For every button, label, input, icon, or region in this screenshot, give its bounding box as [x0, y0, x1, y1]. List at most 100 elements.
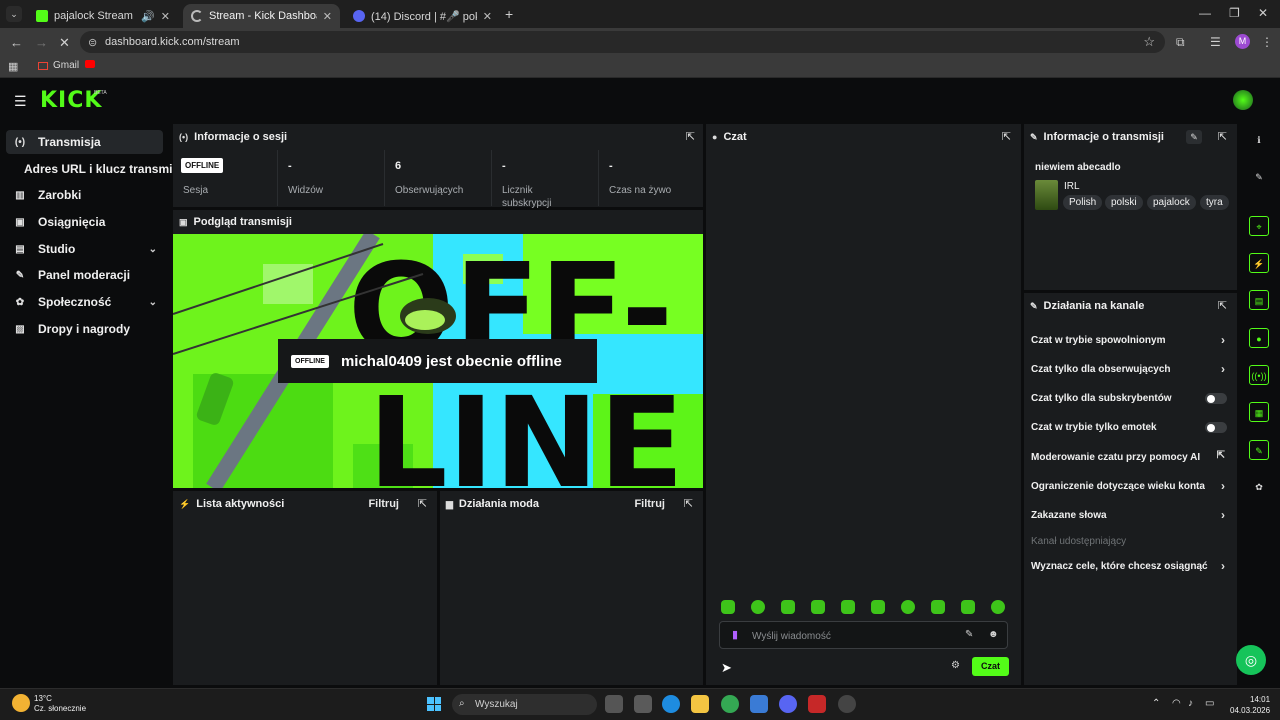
wrench-icon[interactable]: ✎	[1249, 440, 1269, 460]
browser-tab-dashboard[interactable]: Stream - Kick Dashboard ✕	[183, 4, 340, 28]
pencil-icon[interactable]: ✎	[1249, 167, 1269, 187]
stack-icon[interactable]: ▦	[1249, 402, 1269, 422]
url-text[interactable]: dashboard.kick.com/stream	[105, 36, 240, 48]
battery-icon[interactable]: ▭	[1205, 698, 1214, 709]
action-ai-moderation[interactable]: Moderowanie czatu przy pomocy AI ⇱	[1031, 450, 1227, 466]
reading-list-icon[interactable]: ☰	[1210, 35, 1221, 49]
filter-button[interactable]: Filtruj	[634, 498, 665, 510]
emoji-icon[interactable]: ☻	[988, 629, 999, 640]
sidebar-item-spolecznosc[interactable]: ✿ Społeczność ⌄	[6, 290, 163, 314]
close-window-icon[interactable]: ✕	[1258, 6, 1268, 20]
close-tab-icon[interactable]: ✕	[483, 10, 492, 23]
filter-button[interactable]: Filtruj	[368, 498, 399, 510]
address-bar[interactable]: ⊜ dashboard.kick.com/stream ☆	[80, 31, 1165, 53]
subscribers-only-toggle[interactable]	[1205, 393, 1227, 404]
translate-icon[interactable]: ✎	[965, 629, 973, 640]
emotes-only-toggle[interactable]	[1205, 422, 1227, 433]
popout-icon[interactable]: ⇱	[686, 130, 695, 143]
target-icon[interactable]: ⌖	[1249, 216, 1269, 236]
chrome-icon[interactable]	[721, 695, 739, 713]
chevron-right-icon: ›	[1221, 479, 1225, 493]
chat-icon[interactable]: ●	[1249, 328, 1269, 348]
emote-icon[interactable]	[901, 600, 915, 614]
info-icon[interactable]: ℹ	[1249, 130, 1269, 150]
emote-icon[interactable]	[961, 600, 975, 614]
weather-icon[interactable]	[12, 694, 30, 712]
tab-search-button[interactable]: ⌄	[6, 6, 22, 22]
extensions-icon[interactable]: ⧉	[1176, 35, 1185, 50]
popout-icon[interactable]: ⇱	[418, 497, 427, 510]
action-banned-words[interactable]: Zakazane słowa ›	[1031, 508, 1227, 524]
sidebar-item-dropy[interactable]: ▨ Dropy i nagrody	[6, 317, 163, 341]
hamburger-menu-icon[interactable]: ☰	[14, 93, 27, 110]
chat-message-input[interactable]	[752, 626, 952, 646]
bookmark-youtube[interactable]	[85, 60, 95, 68]
profile-avatar[interactable]: M	[1235, 34, 1250, 49]
emote-icon[interactable]	[841, 600, 855, 614]
discord-icon[interactable]	[779, 695, 797, 713]
popout-icon[interactable]: ⇱	[1218, 299, 1227, 312]
sidebar-item-transmisja[interactable]: (•) Transmisja	[6, 130, 163, 154]
action-account-age[interactable]: Ograniczenie dotyczące wieku konta ›	[1031, 479, 1227, 495]
new-tab-button[interactable]: +	[505, 6, 513, 22]
obs-icon[interactable]	[838, 695, 856, 713]
maximize-icon[interactable]: ❐	[1229, 6, 1240, 20]
popout-icon[interactable]: ⇱	[1002, 130, 1011, 143]
close-tab-icon[interactable]: ✕	[323, 10, 332, 23]
edit-stream-info-button[interactable]: ✎	[1186, 130, 1202, 144]
bookmark-star-icon[interactable]: ☆	[1143, 34, 1155, 50]
action-followers-only[interactable]: Czat tylko dla obserwujących ›	[1031, 362, 1227, 378]
site-info-icon[interactable]: ⊜	[88, 36, 97, 49]
browser-tab-discord[interactable]: (14) Discord | #🎤 poke_czat ✕	[345, 4, 500, 28]
taskbar-search[interactable]: ⌕ Wyszukaj	[452, 694, 597, 715]
sidebar-item-osiagniecia[interactable]: ▣ Osiągnięcia	[6, 210, 163, 234]
minimize-icon[interactable]: —	[1199, 6, 1211, 20]
action-set-goals[interactable]: Wyznacz cele, które chcesz osiągnąć ›	[1031, 559, 1227, 575]
emote-icon[interactable]	[871, 600, 885, 614]
edge-icon[interactable]	[662, 695, 680, 713]
store-icon[interactable]	[634, 695, 652, 713]
chat-send-button[interactable]: Czat	[972, 657, 1009, 676]
support-chat-button[interactable]: ◎	[1236, 645, 1266, 675]
sidebar-item-studio[interactable]: ▤ Studio ⌄	[6, 237, 163, 261]
mcafee-icon[interactable]	[808, 695, 826, 713]
volume-icon[interactable]: ♪	[1188, 698, 1193, 709]
tray-chevron-up-icon[interactable]: ⌃	[1152, 698, 1160, 709]
sidebar-item-stream-url-key[interactable]: Adres URL i klucz transmisji	[24, 162, 186, 176]
popout-icon[interactable]: ⇱	[1218, 130, 1227, 143]
apps-grid-icon[interactable]: ▦	[8, 60, 18, 73]
system-clock[interactable]: 14:01 04.03.2026	[1230, 694, 1270, 716]
wifi-icon[interactable]: ◠	[1172, 698, 1181, 709]
stop-loading-icon[interactable]: ✕	[59, 35, 70, 51]
lightning-icon[interactable]: ⚡	[1249, 253, 1269, 273]
user-avatar[interactable]	[1233, 90, 1253, 110]
sidebar-item-panel-moderacji[interactable]: ✎ Panel moderacji	[6, 263, 163, 287]
browser-tab-pajalock[interactable]: pajalock Stream - Watch Li 🔊 ✕	[28, 4, 178, 28]
offline-message: michal0409 jest obecnie offline	[340, 352, 562, 370]
audio-icon[interactable]: 🔊	[141, 10, 155, 23]
close-tab-icon[interactable]: ✕	[161, 10, 170, 23]
emote-icon[interactable]	[811, 600, 825, 614]
weather-widget[interactable]: 13°C Cz. słonecznie	[34, 694, 86, 714]
emote-icon[interactable]	[751, 600, 765, 614]
broadcast-icon[interactable]: ((•))	[1249, 365, 1269, 385]
chat-settings-gear-icon[interactable]: ⚙	[951, 660, 960, 671]
file-explorer-icon[interactable]	[691, 695, 709, 713]
emote-icon[interactable]	[991, 600, 1005, 614]
action-slow-mode[interactable]: Czat w trybie spowolnionym ›	[1031, 333, 1227, 349]
document-icon[interactable]: ▤	[1249, 290, 1269, 310]
sidebar-item-zarobki[interactable]: ▥ Zarobki	[6, 183, 163, 207]
task-view-icon[interactable]	[605, 695, 623, 713]
menu-kebab-icon[interactable]: ⋮	[1261, 35, 1273, 49]
forward-icon[interactable]: →	[35, 35, 48, 50]
emote-icon[interactable]	[781, 600, 795, 614]
popout-icon[interactable]: ⇱	[684, 497, 693, 510]
emote-icon[interactable]	[721, 600, 735, 614]
bookmark-gmail[interactable]: Gmail	[38, 60, 79, 71]
back-icon[interactable]: ←	[10, 35, 23, 50]
windows-start-button[interactable]	[427, 697, 441, 711]
vscode-icon[interactable]	[750, 695, 768, 713]
emote-icon[interactable]	[931, 600, 945, 614]
microphone-icon[interactable]: ▮	[732, 628, 738, 641]
users-icon[interactable]: ✿	[1249, 477, 1269, 497]
